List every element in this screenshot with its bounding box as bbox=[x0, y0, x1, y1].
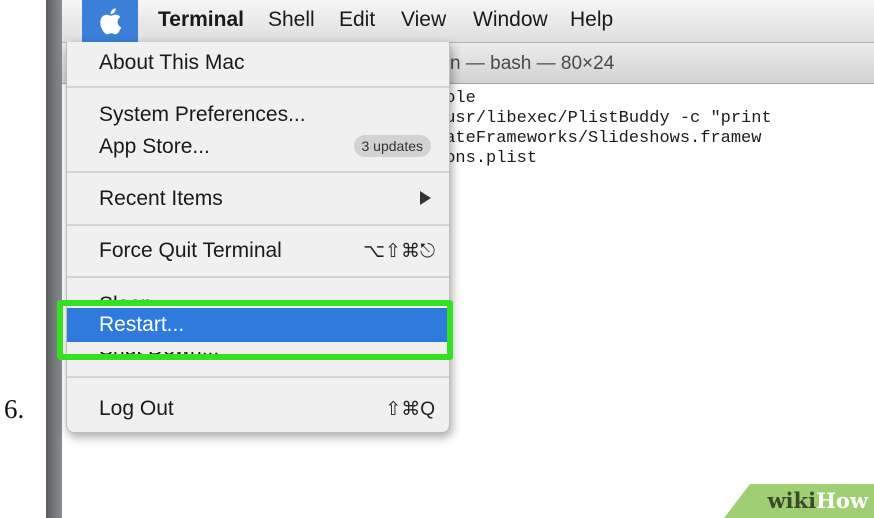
step-number: 6. bbox=[4, 394, 25, 424]
watermark-wiki: wiki bbox=[767, 488, 817, 513]
menu-item-label: Sleep bbox=[99, 293, 153, 304]
apple-menu-button[interactable] bbox=[82, 0, 138, 42]
menu-item-label: Shut Down... bbox=[99, 352, 219, 361]
menu-item-label: Recent Items bbox=[99, 187, 223, 210]
menu-separator bbox=[67, 171, 449, 173]
menu-item-sleep[interactable]: Sleep bbox=[67, 288, 449, 304]
menu-shell[interactable]: Shell bbox=[268, 8, 315, 32]
menu-separator bbox=[67, 276, 449, 278]
apple-logo-icon bbox=[98, 7, 122, 35]
apple-menu-dropdown: About This Mac System Preferences... App… bbox=[66, 42, 450, 433]
menu-item-label: App Store... bbox=[99, 135, 210, 158]
menu-item-label: Log Out bbox=[99, 397, 174, 420]
menu-item-label: Force Quit Terminal bbox=[99, 239, 282, 262]
submenu-arrow-icon bbox=[420, 191, 431, 205]
keyboard-shortcut: ⇧⌘Q bbox=[385, 399, 435, 420]
menu-separator bbox=[67, 224, 449, 226]
menu-item-shut-down[interactable]: Shut Down... bbox=[67, 352, 449, 368]
watermark-how: How bbox=[816, 488, 868, 513]
menu-help[interactable]: Help bbox=[570, 8, 613, 32]
menu-separator bbox=[67, 86, 449, 88]
menu-bar: Terminal Shell Edit View Window Help bbox=[62, 0, 874, 43]
menu-item-force-quit[interactable]: Force Quit Terminal ⌥⇧⌘⎋ bbox=[67, 234, 449, 268]
menu-item-restart[interactable]: Restart... bbox=[67, 308, 449, 342]
menu-separator bbox=[67, 376, 449, 378]
menu-item-system-preferences[interactable]: System Preferences... bbox=[67, 98, 449, 132]
menu-item-label: About This Mac bbox=[99, 51, 245, 74]
menu-item-label: System Preferences... bbox=[99, 103, 306, 126]
keyboard-shortcut: ⌥⇧⌘⎋ bbox=[363, 241, 435, 262]
screen-edge bbox=[46, 0, 62, 518]
updates-badge: 3 updates bbox=[353, 135, 431, 157]
menu-view[interactable]: View bbox=[401, 8, 446, 32]
menu-item-recent-items[interactable]: Recent Items bbox=[67, 182, 449, 216]
menu-item-log-out[interactable]: Log Out ⇧⌘Q bbox=[67, 392, 449, 426]
menu-window[interactable]: Window bbox=[473, 8, 548, 32]
menu-item-app-store[interactable]: App Store... 3 updates bbox=[67, 130, 449, 164]
menu-terminal[interactable]: Terminal bbox=[158, 8, 244, 32]
menu-edit[interactable]: Edit bbox=[339, 8, 375, 32]
wikihow-watermark: wikiHow bbox=[767, 488, 868, 513]
menu-item-label: Restart... bbox=[99, 313, 185, 336]
mac-screen: Terminal Shell Edit View Window Help ore… bbox=[46, 0, 874, 518]
menu-item-about-this-mac[interactable]: About This Mac bbox=[67, 46, 449, 80]
